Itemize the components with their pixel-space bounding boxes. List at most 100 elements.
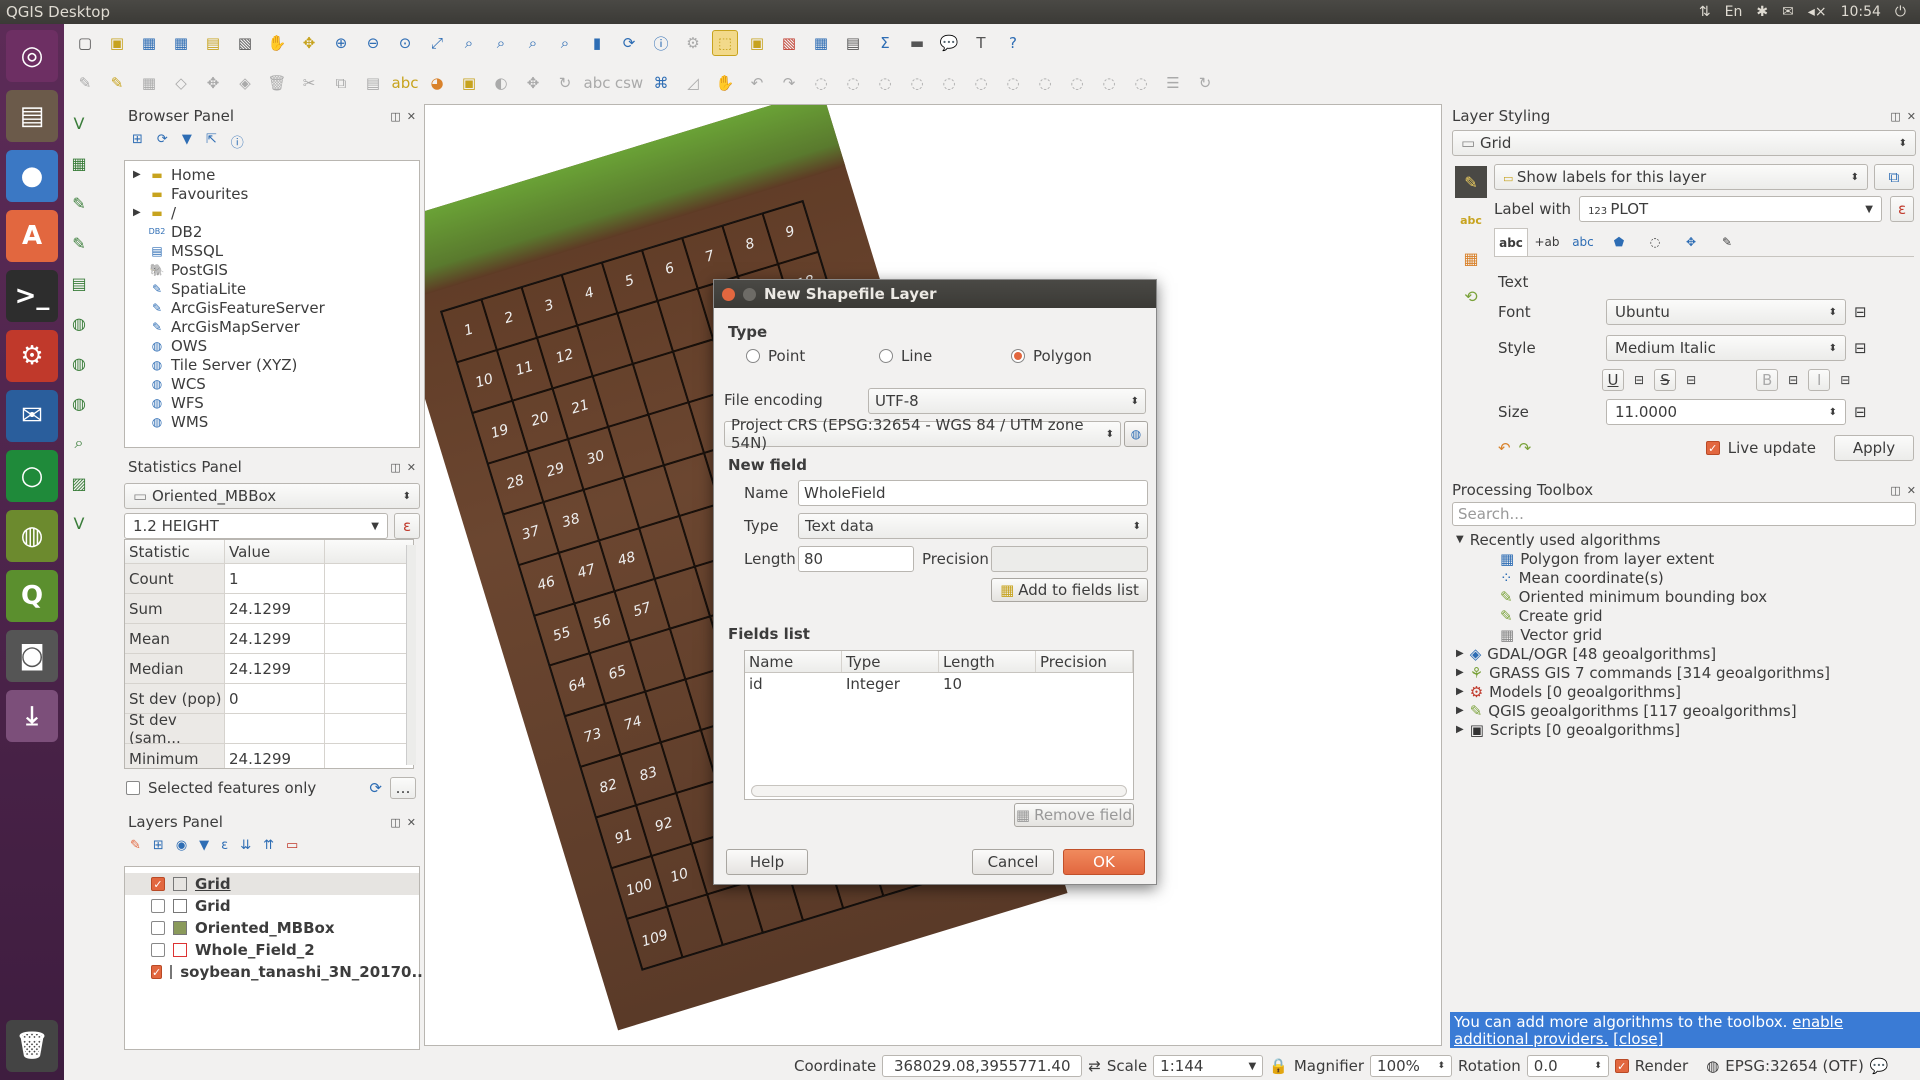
add-group-icon[interactable]: ⊞	[153, 838, 164, 853]
fill-ring-icon[interactable]: ◌	[936, 70, 962, 96]
label-tool-icon[interactable]: abc	[392, 70, 419, 96]
refresh-icon[interactable]: ⟳	[157, 132, 168, 151]
layer-item[interactable]: Whole_Field_2	[125, 939, 419, 961]
close-icon[interactable]: ✕	[407, 110, 416, 123]
list-item[interactable]: 🐘 PostGIS	[125, 260, 419, 279]
refresh-icon[interactable]: ⟳	[369, 779, 382, 797]
float-icon[interactable]: ◫	[1890, 110, 1900, 123]
help-icon[interactable]: ?	[1000, 30, 1026, 56]
filter-icon[interactable]: ▼	[182, 132, 192, 151]
undo-icon[interactable]: ↶	[744, 70, 770, 96]
data-defined-icon[interactable]: ⊟	[1634, 373, 1644, 387]
close-icon[interactable]: ✕	[407, 816, 416, 829]
data-defined-icon[interactable]: ⊟	[1854, 403, 1867, 421]
close-icon[interactable]: ✕	[1907, 484, 1916, 497]
expand-icon[interactable]: ▶	[1456, 667, 1464, 678]
tree-group[interactable]: ▶ ▣ Scripts [0 geoalgorithms]	[1456, 720, 1920, 739]
save-project-icon[interactable]: ▦	[136, 30, 162, 56]
collapse-all-icon[interactable]: ⇱	[206, 132, 217, 151]
add-to-fields-button[interactable]: ▦ Add to fields list	[991, 578, 1148, 602]
reshape-icon[interactable]: ◌	[1000, 70, 1026, 96]
move-feature-icon[interactable]: ✥	[200, 70, 226, 96]
layer-item[interactable]: Oriented_MBBox	[125, 917, 419, 939]
crs-select[interactable]: Project CRS (EPSG:32654 - WGS 84 / UTM z…	[724, 416, 1121, 452]
data-defined-icon[interactable]: ⊟	[1854, 339, 1867, 357]
software-center-icon[interactable]: A	[6, 210, 58, 262]
help-button[interactable]: Help	[726, 849, 808, 875]
tree-group[interactable]: ▶ ⚘ GRASS GIS 7 commands [314 geoalgorithm…	[1456, 663, 1920, 682]
selected-only-checkbox[interactable]	[126, 781, 140, 795]
list-item[interactable]: ✎ ArcGisMapServer	[125, 317, 419, 336]
georeferencer-icon[interactable]: ◿	[680, 70, 706, 96]
delete-selected-icon[interactable]: 🗑	[264, 70, 290, 96]
zoom-full-icon[interactable]: ⤢	[424, 30, 450, 56]
zoom-next-icon[interactable]: ⌕	[552, 30, 578, 56]
table-row[interactable]: Median 24.1299	[125, 654, 413, 684]
align-icon[interactable]: ☰	[1160, 70, 1186, 96]
layer-visibility-checkbox[interactable]	[151, 899, 165, 913]
copy-icon[interactable]: ⧉	[328, 70, 354, 96]
bold-button[interactable]: B	[1756, 369, 1779, 391]
crs-globe-icon[interactable]: ◍	[1706, 1057, 1719, 1075]
layer-item[interactable]: ✓ Grid	[125, 873, 419, 895]
placement-tab-icon[interactable]: ✥	[1674, 228, 1708, 256]
change-label-icon[interactable]: abc	[584, 70, 611, 96]
field-name-input[interactable]: WholeField	[798, 480, 1148, 506]
list-item[interactable]: ▦ Vector grid	[1456, 625, 1920, 644]
live-update-checkbox[interactable]: ✓	[1705, 441, 1720, 455]
add-vector-layer-icon[interactable]: V	[66, 110, 92, 136]
stat-layer-combo[interactable]: ▭ Oriented_MBBox ⬍	[124, 483, 420, 509]
tree-group[interactable]: ▶ ✎ QGIS geoalgorithms [117 geoalgorithms]	[1456, 701, 1920, 720]
background-tab-icon[interactable]: ⬟	[1602, 228, 1636, 256]
extents-toggle-icon[interactable]: ⇄	[1088, 1057, 1101, 1075]
table-row[interactable]: Count 1	[125, 564, 413, 594]
label-mode-combo[interactable]: ▭ Show labels for this layer ⬍	[1494, 164, 1868, 190]
statistics-icon[interactable]: Σ	[872, 30, 898, 56]
pan-to-selection-icon[interactable]: ✥	[296, 30, 322, 56]
simplify-icon[interactable]: ◌	[840, 70, 866, 96]
expression-button[interactable]: ε	[394, 513, 420, 539]
add-wcs-icon[interactable]: ◍	[66, 350, 92, 376]
length-input[interactable]: 80	[798, 546, 914, 572]
add-wfs-icon[interactable]: ◍	[66, 390, 92, 416]
paste-icon[interactable]: ▤	[360, 70, 386, 96]
rotate-feature-icon[interactable]: ↻	[1192, 70, 1218, 96]
table-row[interactable]: Minimum 24.1299	[125, 744, 413, 768]
label-rules-button[interactable]: ⧉	[1874, 164, 1914, 190]
settings-icon[interactable]: ⚙	[6, 330, 58, 382]
close-icon[interactable]: ✕	[407, 461, 416, 474]
float-icon[interactable]: ◫	[1890, 484, 1900, 497]
composer-manager-icon[interactable]: ▧	[232, 30, 258, 56]
list-item[interactable]: DB2 DB2	[125, 222, 419, 241]
merge-features-icon[interactable]: ◌	[1096, 70, 1122, 96]
styling-layer-combo[interactable]: ▭ Grid ⬍	[1452, 130, 1916, 156]
keyboard-layout[interactable]: En	[1725, 4, 1743, 20]
add-feature-icon[interactable]: ◇	[168, 70, 194, 96]
table-row[interactable]: Sum 24.1299	[125, 594, 413, 624]
csw-icon[interactable]: csw	[615, 70, 643, 96]
list-item[interactable]: ◍ OWS	[125, 336, 419, 355]
text-tab-icon[interactable]: abc	[1494, 228, 1528, 256]
minimize-icon[interactable]	[743, 287, 756, 301]
new-print-composer-icon[interactable]: ▤	[200, 30, 226, 56]
point-radio[interactable]: Point	[746, 347, 805, 365]
open-project-icon[interactable]: ▣	[104, 30, 130, 56]
zoom-last-icon[interactable]: ⌕	[520, 30, 546, 56]
offset-curve-icon[interactable]: ◌	[1032, 70, 1058, 96]
refresh-icon[interactable]: ⟳	[616, 30, 642, 56]
stat-field-combo[interactable]: 1.2 HEIGHT ▼	[124, 513, 388, 539]
move-label-icon[interactable]: ✥	[520, 70, 546, 96]
map-tips-icon[interactable]: 💬	[936, 30, 962, 56]
expand-icon[interactable]: ▶	[1456, 686, 1464, 697]
save-edits-icon[interactable]: ▦	[136, 70, 162, 96]
data-defined-icon[interactable]: ⊟	[1854, 303, 1867, 321]
filter-legend-icon[interactable]: ▼	[199, 838, 209, 853]
style-manager-icon[interactable]: ✎	[130, 838, 141, 853]
crs-status[interactable]: EPSG:32654 (OTF)	[1725, 1057, 1864, 1075]
layer-item[interactable]: ✓ soybean_tanashi_3N_20170...	[125, 961, 429, 983]
data-defined-icon[interactable]: ⊟	[1686, 373, 1696, 387]
new-spatialite-layer-icon[interactable]: V	[66, 510, 92, 536]
strikeout-button[interactable]: S	[1654, 369, 1677, 391]
magnifier-spinbox[interactable]: 100% ⬍	[1370, 1055, 1453, 1077]
layer-visibility-checkbox[interactable]	[151, 921, 165, 935]
